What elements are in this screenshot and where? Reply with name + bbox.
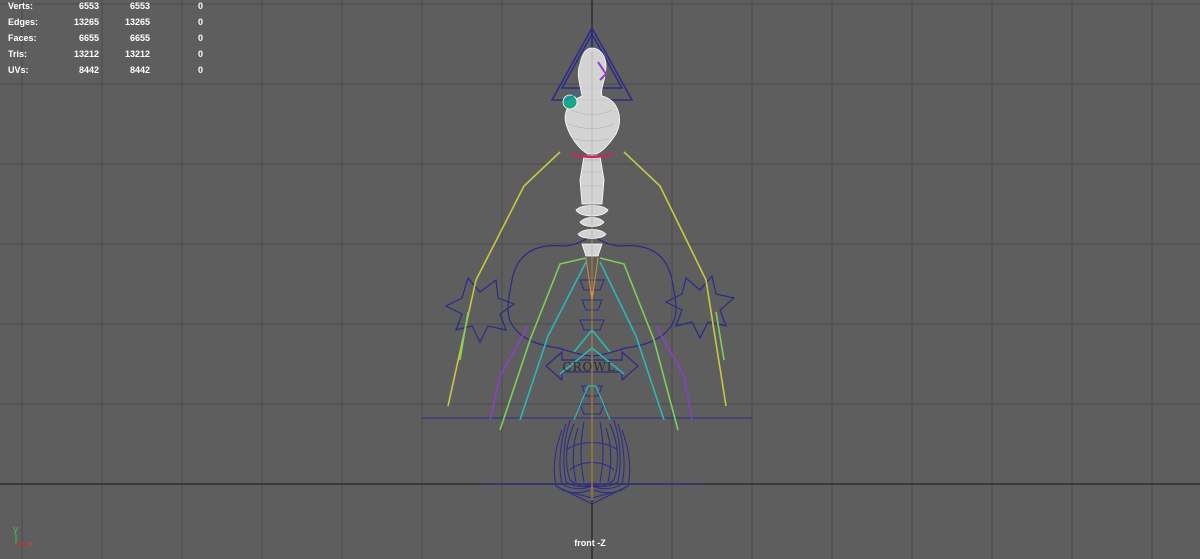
scene-canvas[interactable]: CROWL (0, 0, 1200, 559)
heads-up-display: Verts: 6553 6553 0 Edges: 13265 13265 0 … (0, 0, 210, 80)
hud-value: 13212 (73, 49, 99, 59)
hud-value: 0 (197, 49, 203, 59)
hud-value: 0 (197, 33, 203, 43)
hud-value: 0 (197, 1, 203, 11)
viewport-front[interactable]: CROWL Verts: 6553 6553 0 Edges: 13265 13… (0, 0, 1200, 559)
character-wireframe (564, 47, 620, 257)
hand-control-right[interactable] (664, 274, 736, 340)
ground-lines (422, 417, 752, 485)
hud-row-tris: Tris: 13212 13212 0 (0, 48, 210, 64)
camera-label: front -Z (574, 538, 606, 548)
hud-value: 13265 (124, 17, 150, 27)
hand-control-left[interactable] (444, 276, 516, 344)
axis-x-label: x (28, 540, 34, 550)
hud-value: 0 (197, 17, 203, 27)
hud-value: 6553 (129, 1, 150, 11)
hud-value: 8442 (78, 65, 99, 75)
axis-gizmo-icon: y x (13, 525, 34, 550)
crowl-label: CROWL (562, 360, 615, 374)
hud-label: Verts: (8, 1, 34, 11)
hud-label: Edges: (8, 17, 39, 27)
hud-value: 6553 (78, 1, 99, 11)
hud-row-edges: Edges: 13265 13265 0 (0, 16, 210, 32)
hud-value: 6655 (78, 33, 99, 43)
axis-y-label: y (13, 525, 19, 535)
hud-row-uvs: UVs: 8442 8442 0 (0, 64, 210, 80)
hud-value: 13212 (124, 49, 150, 59)
hud-label: Faces: (8, 33, 37, 43)
hud-row-verts: Verts: 6553 6553 0 (0, 0, 210, 16)
hud-value: 8442 (129, 65, 150, 75)
hud-value: 6655 (129, 33, 150, 43)
hud-label: Tris: (8, 49, 28, 59)
hud-value: 13265 (73, 17, 99, 27)
hud-label: UVs: (8, 65, 29, 75)
hud-value: 0 (197, 65, 203, 75)
hud-row-faces: Faces: 6655 6655 0 (0, 32, 210, 48)
